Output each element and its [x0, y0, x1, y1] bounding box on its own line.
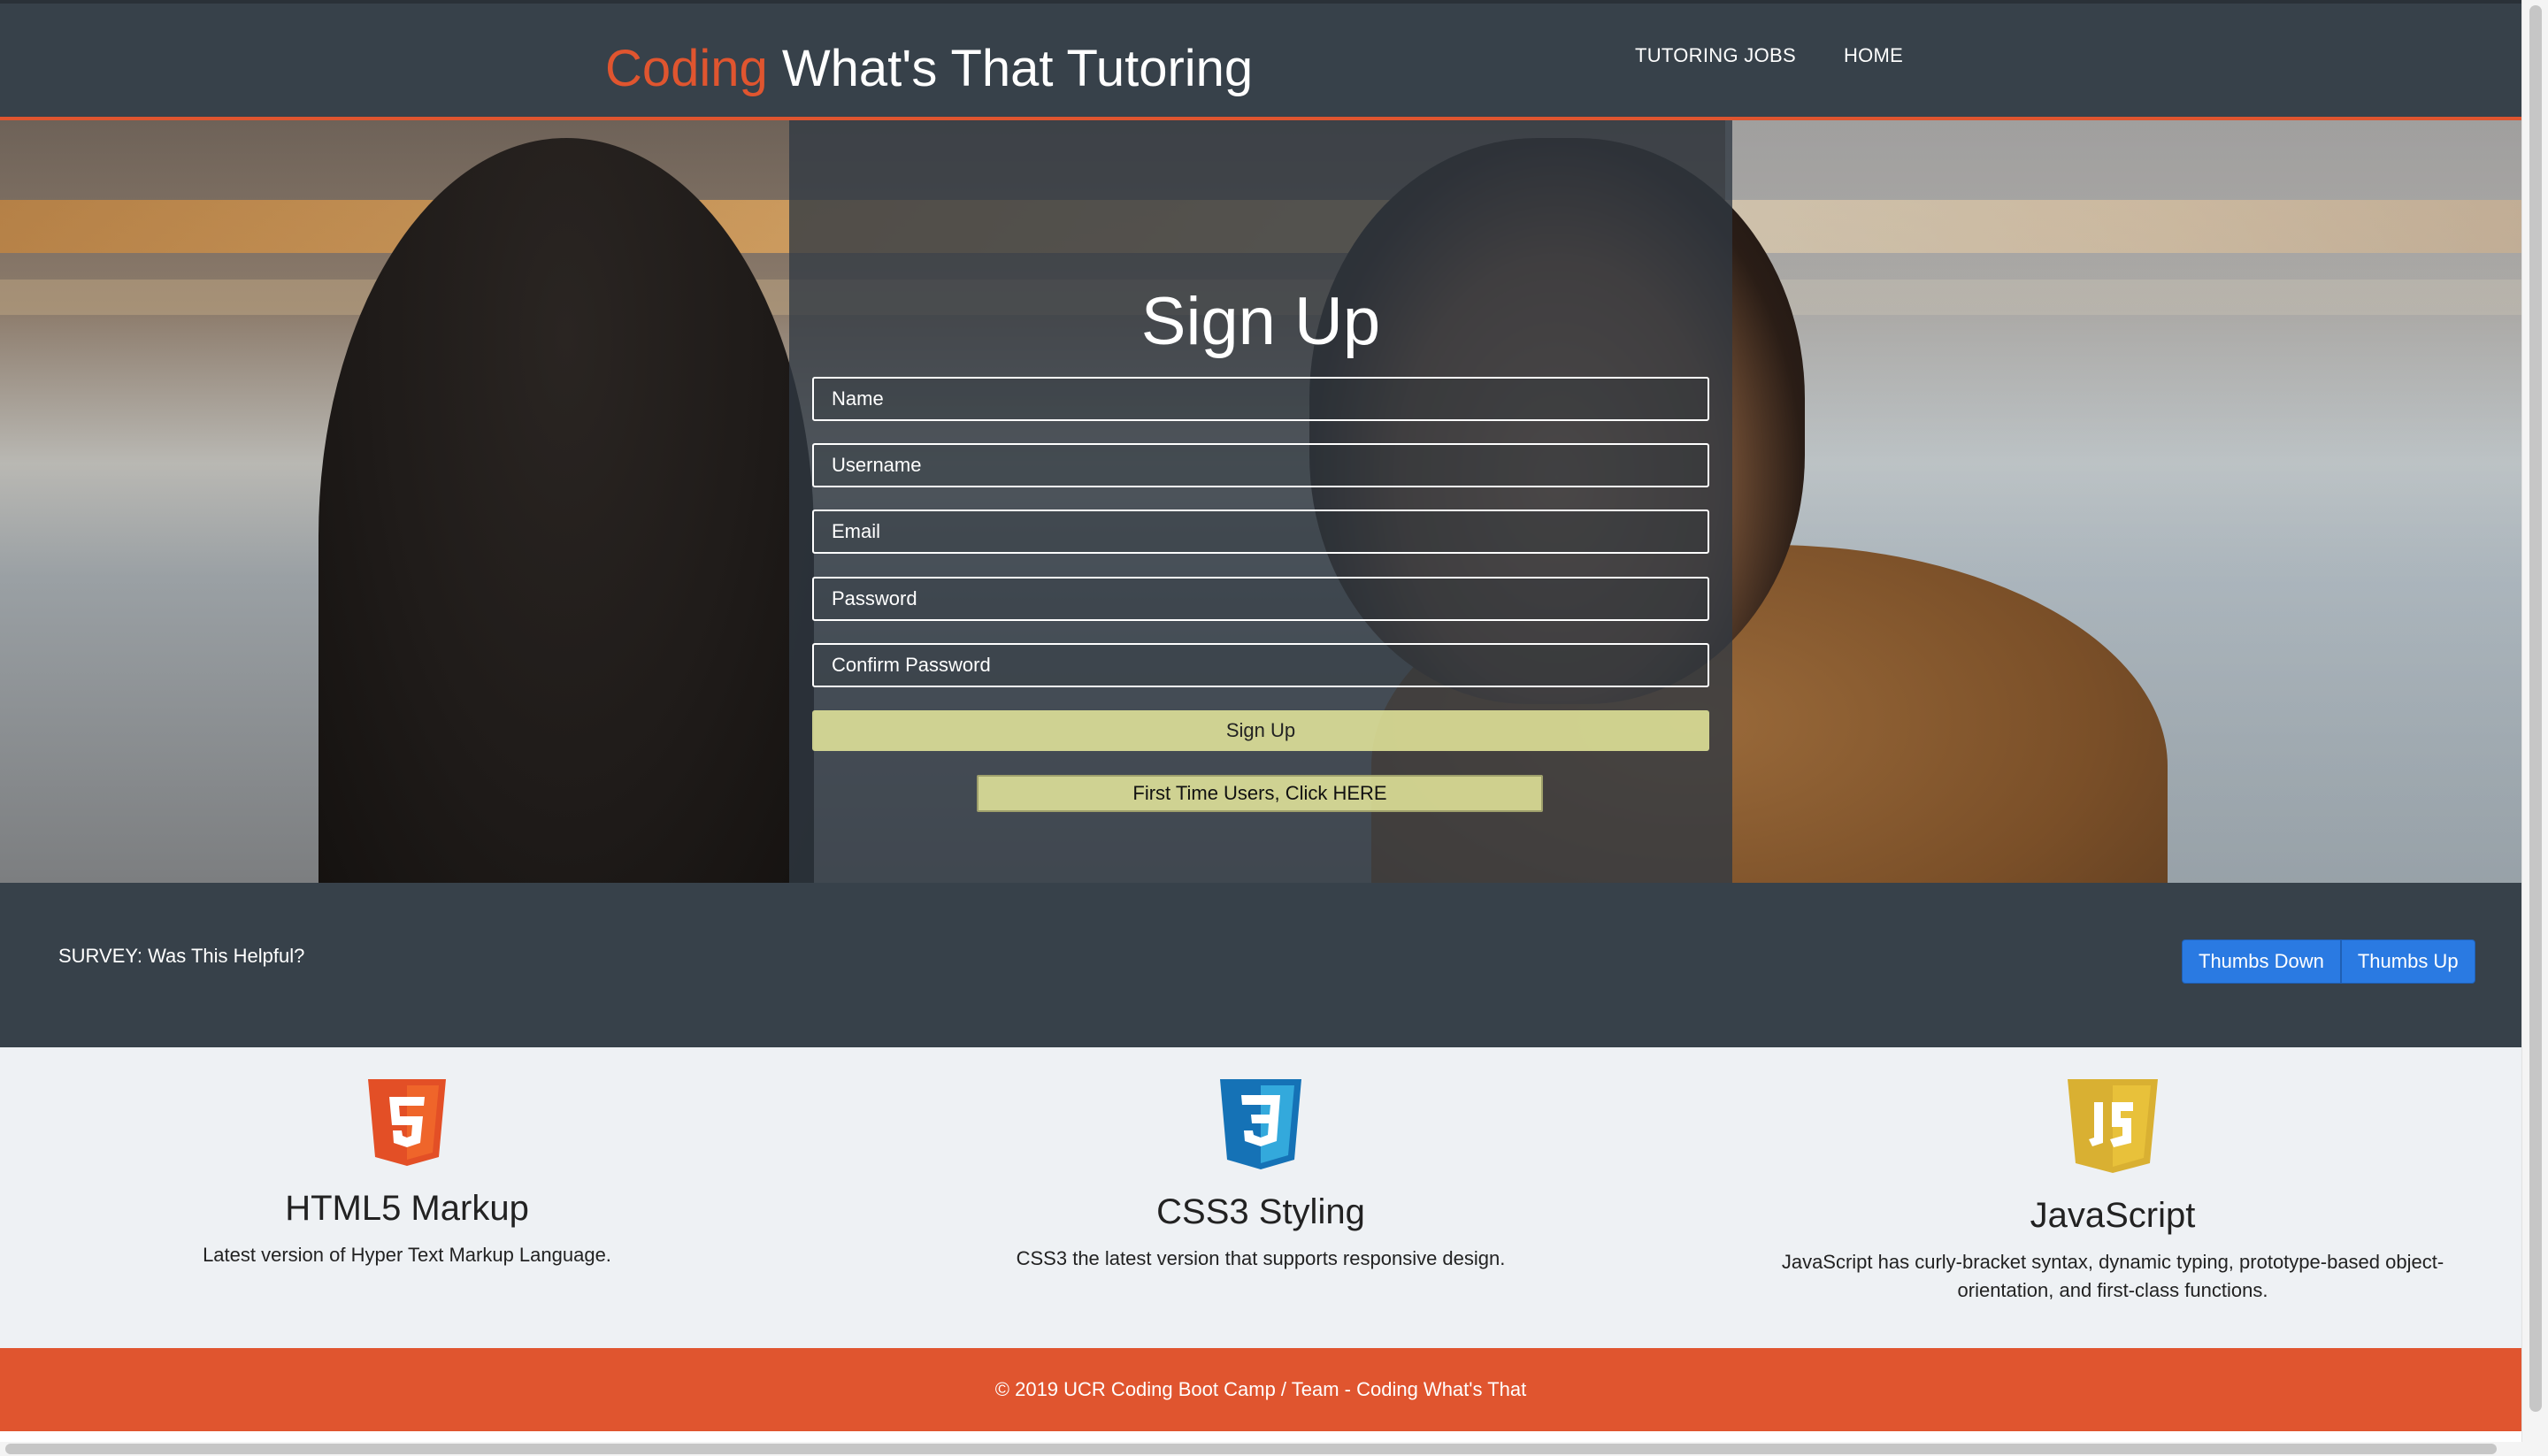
survey-question: SURVEY: Was This Helpful? — [58, 945, 305, 967]
horizontal-scrollbar[interactable] — [0, 1442, 2548, 1456]
brand-title: What's That Tutoring — [767, 40, 1254, 97]
feature-css3: CSS3 Styling CSS3 the latest version tha… — [925, 1047, 1597, 1273]
feature-description: CSS3 the latest version that supports re… — [1016, 1247, 1506, 1269]
site-header: Coding What's That Tutoring TUTORING JOB… — [0, 0, 2521, 120]
site-footer: © 2019 UCR Coding Boot Camp / Team - Cod… — [0, 1348, 2521, 1431]
html5-icon — [368, 1079, 446, 1166]
footer-copyright: © 2019 UCR Coding Boot Camp / Team - Cod… — [994, 1378, 1527, 1400]
brand-accent: Coding — [605, 40, 768, 97]
javascript-icon — [2068, 1079, 2158, 1173]
thumbs-down-button[interactable]: Thumbs Down — [2182, 939, 2341, 984]
survey-button-group: Thumbs Down Thumbs Up — [2182, 939, 2475, 984]
first-time-users-button[interactable]: First Time Users, Click HERE — [977, 775, 1543, 812]
feature-description: JavaScript has curly-bracket syntax, dyn… — [1781, 1251, 2444, 1301]
survey-bar: SURVEY: Was This Helpful? Thumbs Down Th… — [0, 883, 2521, 1047]
password-input[interactable] — [812, 577, 1709, 621]
feature-title: CSS3 Styling — [1156, 1192, 1365, 1231]
vertical-scrollbar[interactable] — [2521, 0, 2548, 1442]
signup-button[interactable]: Sign Up — [812, 710, 1709, 751]
nav-home[interactable]: HOME — [1844, 44, 1903, 67]
nav-tutoring-jobs[interactable]: TUTORING JOBS — [1635, 44, 1796, 67]
css3-icon — [1220, 1079, 1301, 1169]
hero-section: Sign Up Sign Up First Time Users, Click … — [0, 120, 2521, 883]
confirm-password-input[interactable] — [812, 643, 1709, 687]
signup-title: Sign Up — [1140, 284, 1381, 359]
vertical-scrollbar-thumb[interactable] — [2529, 5, 2542, 1412]
feature-title: JavaScript — [2030, 1196, 2196, 1235]
signup-panel: Sign Up Sign Up First Time Users, Click … — [789, 120, 1732, 883]
brand-logo[interactable]: Coding What's That Tutoring — [605, 39, 1253, 98]
horizontal-scrollbar-thumb[interactable] — [5, 1444, 2497, 1454]
thumbs-up-button[interactable]: Thumbs Up — [2340, 939, 2475, 984]
name-input[interactable] — [812, 377, 1709, 421]
main-nav: TUTORING JOBS HOME — [1635, 44, 1903, 67]
feature-html5: HTML5 Markup Latest version of Hyper Tex… — [71, 1047, 743, 1269]
username-input[interactable] — [812, 443, 1709, 487]
feature-description: Latest version of Hyper Text Markup Lang… — [203, 1244, 611, 1266]
feature-javascript: JavaScript JavaScript has curly-bracket … — [1777, 1047, 2449, 1305]
email-input[interactable] — [812, 510, 1709, 554]
feature-title: HTML5 Markup — [285, 1189, 529, 1228]
features-section: HTML5 Markup Latest version of Hyper Tex… — [0, 1047, 2521, 1348]
